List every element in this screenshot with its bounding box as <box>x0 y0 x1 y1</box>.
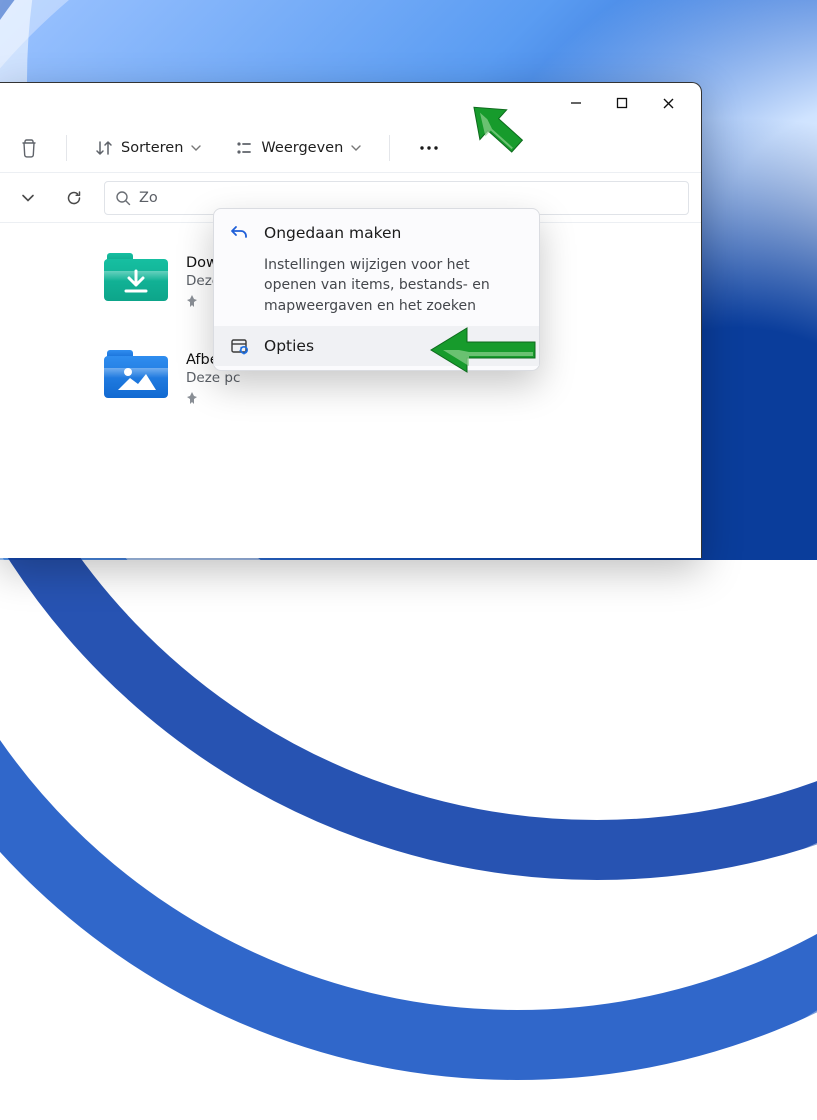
images-folder-icon <box>104 348 168 398</box>
history-dropdown[interactable] <box>12 182 44 214</box>
titlebar <box>0 83 701 123</box>
chevron-down-icon <box>21 191 35 205</box>
downloads-folder-icon <box>104 251 168 301</box>
chevron-down-icon <box>191 143 201 153</box>
options-icon <box>230 336 250 356</box>
folder-location: Deze pc <box>186 370 281 386</box>
more-button[interactable] <box>412 131 446 165</box>
delete-button[interactable] <box>14 131 44 165</box>
sort-label: Sorteren <box>121 140 183 156</box>
ellipsis-icon <box>418 139 440 157</box>
menu-item-undo[interactable]: Ongedaan maken <box>214 213 539 253</box>
pin-icon <box>186 390 281 409</box>
menu-item-label: Ongedaan maken <box>264 224 401 242</box>
highlight-arrow-top <box>462 88 532 168</box>
maximize-button[interactable] <box>599 87 645 119</box>
separator <box>66 135 67 161</box>
view-label: Weergeven <box>261 140 343 156</box>
menu-item-label: Opties <box>264 337 314 355</box>
minimize-button[interactable] <box>553 87 599 119</box>
refresh-button[interactable] <box>58 182 90 214</box>
chevron-down-icon <box>351 143 361 153</box>
undo-icon <box>230 223 250 243</box>
highlight-arrow-options <box>425 320 545 380</box>
sort-icon <box>95 139 113 157</box>
close-button[interactable] <box>645 87 691 119</box>
sort-button[interactable]: Sorteren <box>89 131 207 165</box>
view-icon <box>235 139 253 157</box>
view-button[interactable]: Weergeven <box>229 131 367 165</box>
search-text: Zo <box>139 190 158 206</box>
refresh-icon <box>65 189 83 207</box>
separator <box>389 135 390 161</box>
options-tooltip-text: Instellingen wijzigen voor het openen va… <box>214 253 539 326</box>
command-bar: Sorteren Weergeven <box>0 123 701 173</box>
search-icon <box>115 190 131 206</box>
